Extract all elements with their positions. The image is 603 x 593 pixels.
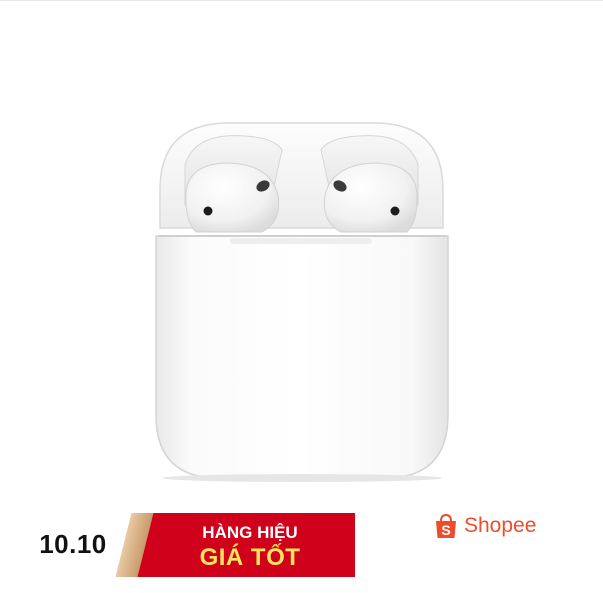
- svg-text:S: S: [441, 522, 450, 538]
- banner-subheadline: GIÁ TỐT: [199, 544, 301, 571]
- product-photo: [155, 122, 449, 482]
- banner-date: 10.10: [39, 529, 107, 559]
- shopping-bag-icon: S: [436, 513, 456, 538]
- banner-headline: HÀNG HIỆU: [202, 523, 298, 542]
- shopee-logo: S Shopee: [434, 511, 536, 541]
- case-body: [155, 235, 449, 482]
- left-earbud: [185, 162, 280, 233]
- right-earbud: [323, 162, 418, 233]
- promo-banner: 10.10 HÀNG HIỆU GIÁ TỐT: [15, 513, 355, 577]
- brand-name: Shopee: [464, 514, 537, 537]
